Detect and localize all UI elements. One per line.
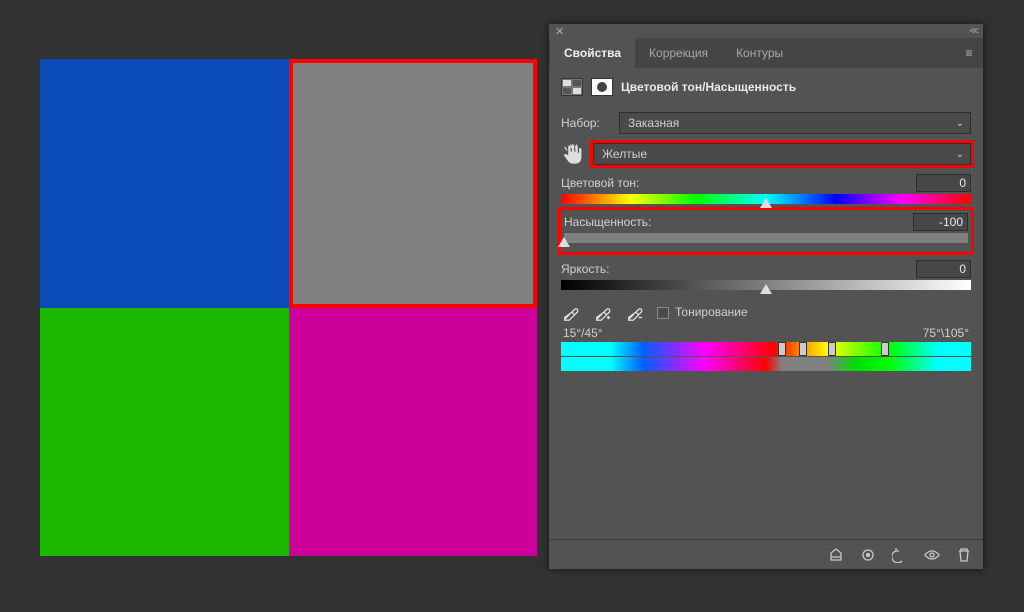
range-handle[interactable] bbox=[828, 342, 836, 356]
quadrant-green bbox=[40, 308, 289, 557]
preset-value: Заказная bbox=[628, 116, 679, 130]
saturation-slider-group: Насыщенность: -100 bbox=[564, 213, 968, 243]
channel-value: Желтые bbox=[602, 147, 647, 161]
range-strip-top[interactable] bbox=[561, 342, 971, 356]
visibility-icon[interactable] bbox=[923, 546, 941, 564]
colorize-label: Тонирование bbox=[675, 305, 748, 319]
tab-contours[interactable]: Контуры bbox=[722, 38, 797, 68]
saturation-thumb[interactable] bbox=[558, 237, 570, 247]
eyedropper-row: Тонирование bbox=[561, 296, 971, 324]
eyedropper-icon[interactable] bbox=[561, 302, 581, 322]
channel-dropdown[interactable]: Желтые ⌄ bbox=[593, 143, 971, 165]
close-icon[interactable]: ✕ bbox=[555, 25, 564, 38]
angle-left: 15°/45° bbox=[563, 326, 603, 340]
hue-sat-icon bbox=[561, 78, 583, 96]
preset-dropdown[interactable]: Заказная ⌄ bbox=[619, 112, 971, 134]
mask-icon bbox=[591, 78, 613, 96]
hue-value-field[interactable]: 0 bbox=[916, 174, 971, 192]
panel-tabs: Свойства Коррекция Контуры ≡ bbox=[549, 38, 983, 68]
saturation-highlight-frame: Насыщенность: -100 bbox=[561, 210, 971, 252]
quadrant-blue bbox=[40, 59, 289, 308]
panel-titlebar: ✕ << bbox=[549, 24, 983, 38]
clip-to-layer-icon[interactable] bbox=[827, 546, 845, 564]
hue-thumb[interactable] bbox=[760, 198, 772, 208]
tab-properties[interactable]: Свойства bbox=[550, 38, 635, 68]
eyedropper-plus-icon[interactable] bbox=[593, 302, 613, 322]
chevron-down-icon: ⌄ bbox=[956, 118, 964, 129]
colorize-checkbox[interactable]: Тонирование bbox=[657, 305, 748, 319]
adjustment-title: Цветовой тон/Насыщенность bbox=[621, 80, 796, 94]
eyedropper-minus-icon[interactable] bbox=[625, 302, 645, 322]
collapse-icon[interactable]: << bbox=[969, 26, 977, 37]
angle-readout: 15°/45° 75°\105° bbox=[561, 326, 971, 340]
quadrant-magenta bbox=[289, 308, 538, 557]
saturation-value-field[interactable]: -100 bbox=[913, 213, 968, 231]
lightness-slider-track[interactable] bbox=[561, 280, 971, 290]
canvas-preview bbox=[40, 59, 537, 556]
tab-correction[interactable]: Коррекция bbox=[635, 38, 722, 68]
properties-panel: ✕ << Свойства Коррекция Контуры ≡ Цветов… bbox=[549, 24, 983, 569]
range-handle[interactable] bbox=[778, 342, 786, 356]
lightness-thumb[interactable] bbox=[760, 284, 772, 294]
hue-label: Цветовой тон: bbox=[561, 176, 639, 190]
panel-menu-icon[interactable]: ≡ bbox=[955, 38, 983, 68]
scrubby-hand-icon[interactable] bbox=[561, 142, 585, 166]
lightness-value-field[interactable]: 0 bbox=[916, 260, 971, 278]
hue-slider-group: Цветовой тон: 0 bbox=[561, 174, 971, 204]
angle-right: 75°\105° bbox=[923, 326, 969, 340]
preset-label: Набор: bbox=[561, 116, 611, 130]
lightness-slider-group: Яркость: 0 bbox=[561, 260, 971, 290]
range-strip-bottom bbox=[561, 357, 971, 371]
range-handle[interactable] bbox=[881, 342, 889, 356]
adjustment-header: Цветовой тон/Насыщенность bbox=[549, 68, 983, 106]
color-range-strips[interactable] bbox=[561, 342, 971, 371]
saturation-label: Насыщенность: bbox=[564, 215, 651, 229]
trash-icon[interactable] bbox=[955, 546, 973, 564]
panel-footer bbox=[549, 539, 983, 569]
saturation-slider-track[interactable] bbox=[564, 233, 968, 243]
chevron-down-icon: ⌄ bbox=[956, 149, 964, 160]
range-handle[interactable] bbox=[799, 342, 807, 356]
hue-slider-track[interactable] bbox=[561, 194, 971, 204]
reset-icon[interactable] bbox=[891, 546, 909, 564]
lightness-label: Яркость: bbox=[561, 262, 609, 276]
quadrant-gray-highlight bbox=[289, 59, 538, 308]
view-previous-icon[interactable] bbox=[859, 546, 877, 564]
